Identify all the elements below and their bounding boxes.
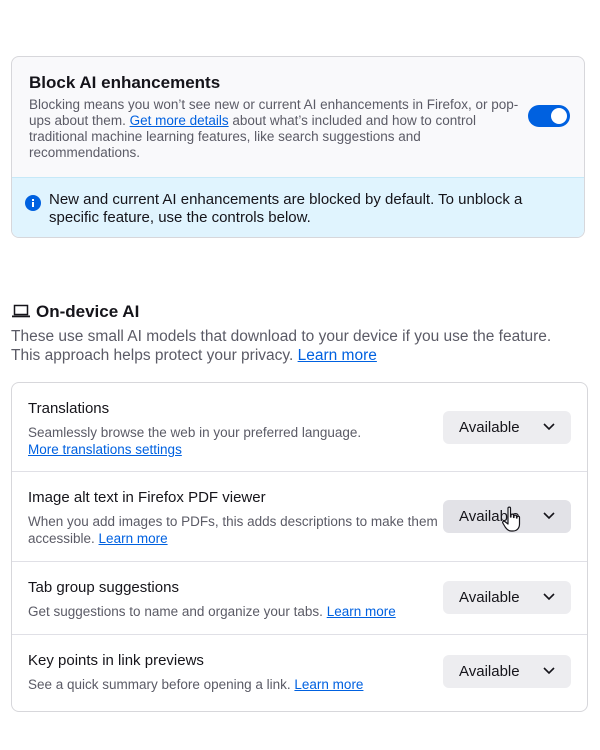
key-points-learn-more-link[interactable]: Learn more — [294, 677, 363, 692]
info-message-bar: New and current AI enhancements are bloc… — [12, 177, 584, 237]
block-ai-description: Blocking means you won’t see new or curr… — [29, 97, 524, 161]
chevron-down-icon — [543, 512, 555, 520]
feature-label: Image alt text in Firefox PDF viewer — [28, 489, 266, 506]
info-icon — [25, 195, 41, 211]
feature-row-tab-group-suggestions: Tab group suggestions Get suggestions to… — [12, 562, 587, 635]
chevron-down-icon — [543, 593, 555, 601]
feature-row-key-points: Key points in link previews See a quick … — [12, 635, 587, 711]
feature-row-translations: Translations Seamlessly browse the web i… — [12, 383, 587, 472]
feature-description: See a quick summary before opening a lin… — [28, 676, 438, 693]
tab-group-learn-more-link[interactable]: Learn more — [327, 604, 396, 619]
hand-cursor-icon — [502, 506, 521, 532]
tab-group-status-dropdown[interactable]: Available — [443, 581, 571, 614]
laptop-icon — [12, 304, 30, 318]
feature-description: Get suggestions to name and organize you… — [28, 603, 438, 620]
block-ai-card: Block AI enhancements Blocking means you… — [11, 56, 585, 238]
features-list: Translations Seamlessly browse the web i… — [11, 382, 588, 712]
on-device-learn-more-link[interactable]: Learn more — [298, 347, 377, 364]
feature-label: Tab group suggestions — [28, 579, 179, 596]
block-ai-toggle[interactable] — [528, 105, 570, 127]
get-more-details-link[interactable]: Get more details — [130, 113, 229, 128]
chevron-down-icon — [543, 423, 555, 431]
dropdown-value: Available — [459, 589, 520, 606]
dropdown-value: Available — [459, 663, 520, 680]
feature-desc-text: Seamlessly browse the web in your prefer… — [28, 425, 362, 440]
feature-description: Seamlessly browse the web in your prefer… — [28, 424, 438, 458]
key-points-status-dropdown[interactable]: Available — [443, 655, 571, 688]
on-device-desc-text: These use small AI models that download … — [11, 328, 552, 364]
feature-desc-text: See a quick summary before opening a lin… — [28, 677, 295, 692]
feature-desc-text: When you add images to PDFs, this adds d… — [28, 514, 438, 546]
feature-row-image-alt-text: Image alt text in Firefox PDF viewer Whe… — [12, 472, 587, 562]
feature-description: When you add images to PDFs, this adds d… — [28, 513, 438, 547]
feature-label: Key points in link previews — [28, 652, 204, 669]
feature-desc-text: Get suggestions to name and organize you… — [28, 604, 327, 619]
block-ai-title: Block AI enhancements — [29, 73, 221, 92]
on-device-ai-title: On-device AI — [36, 302, 140, 321]
chevron-down-icon — [543, 667, 555, 675]
more-translations-settings-link[interactable]: More translations settings — [28, 442, 182, 457]
info-message-text: New and current AI enhancements are bloc… — [49, 191, 523, 226]
feature-label: Translations — [28, 400, 110, 417]
translations-status-dropdown[interactable]: Available — [443, 411, 571, 444]
on-device-ai-description: These use small AI models that download … — [11, 327, 571, 365]
toggle-knob — [551, 108, 567, 124]
dropdown-value: Available — [459, 419, 520, 436]
image-alt-text-learn-more-link[interactable]: Learn more — [99, 531, 168, 546]
